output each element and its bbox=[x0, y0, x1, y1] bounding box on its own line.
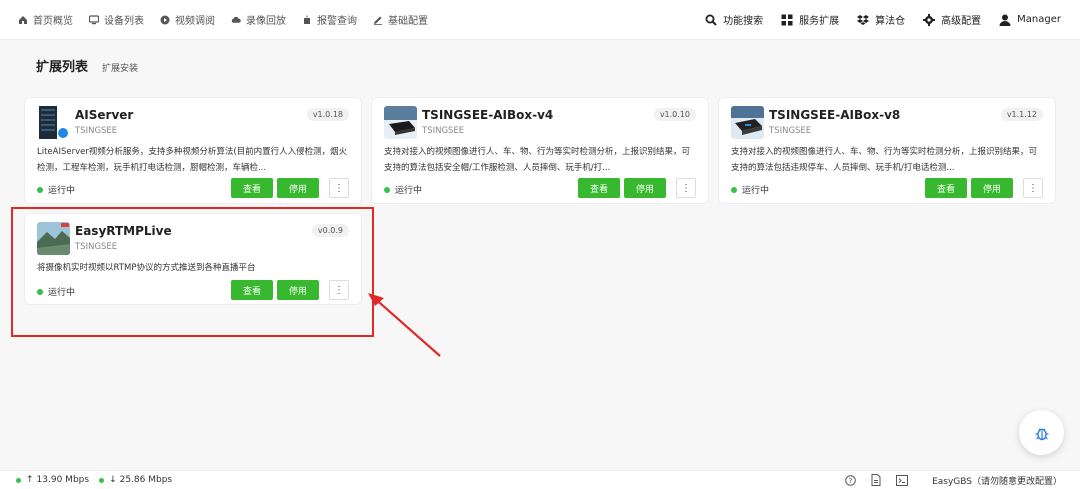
nav-label: 算法仓 bbox=[875, 16, 906, 27]
nav-label: 基础配置 bbox=[388, 16, 428, 27]
status-dot bbox=[16, 477, 21, 483]
extension-name: TSINGSEE-AIBox-v8 bbox=[769, 108, 901, 122]
page-title: 扩展列表 bbox=[36, 60, 89, 75]
more-options-button[interactable]: ⋮ bbox=[329, 178, 349, 198]
nav-label: 录像回放 bbox=[246, 16, 286, 27]
server-rack-icon bbox=[37, 106, 70, 139]
download-rate: ↓ 25.86 Mbps bbox=[99, 475, 172, 485]
status-dot bbox=[384, 186, 390, 193]
extension-vendor: TSINGSEE bbox=[769, 126, 812, 136]
view-button[interactable]: 查看 bbox=[925, 178, 967, 198]
view-button[interactable]: 查看 bbox=[231, 178, 273, 198]
status-indicator: 运行中 bbox=[731, 183, 769, 196]
stop-button[interactable]: 停用 bbox=[277, 178, 319, 198]
play-circle-icon bbox=[160, 15, 170, 25]
highlight-box bbox=[11, 207, 374, 337]
nav-label: Manager bbox=[1017, 14, 1061, 25]
upload-rate: ↑ 13.90 Mbps bbox=[16, 475, 89, 485]
nav-item-config[interactable]: 基础配置 bbox=[365, 0, 436, 40]
nav-label: 服务扩展 bbox=[799, 16, 840, 27]
nav-label: 视频调阅 bbox=[175, 16, 215, 27]
status-bar-right: ? EasyGBS（请勿随意更改配置） bbox=[844, 474, 1064, 487]
grid-icon bbox=[781, 14, 793, 26]
status-dot bbox=[731, 186, 737, 193]
page-header: 扩展列表 扩展安装 bbox=[36, 56, 138, 75]
upload-rate-value: 13.90 Mbps bbox=[36, 475, 90, 485]
more-options-button[interactable]: ⋮ bbox=[1023, 178, 1043, 198]
user-icon bbox=[999, 14, 1011, 26]
extension-vendor: TSINGSEE bbox=[422, 126, 465, 136]
status-bar: ↑ 13.90 Mbps ↓ 25.86 Mbps ? EasyGBS（请勿随意… bbox=[0, 470, 1080, 489]
nav-item-algorithms[interactable]: 算法仓 bbox=[848, 0, 914, 40]
status-indicator: 运行中 bbox=[37, 183, 75, 196]
nav-item-extension[interactable]: 服务扩展 bbox=[772, 0, 848, 40]
gear-icon bbox=[923, 13, 936, 26]
status-text: 运行中 bbox=[742, 186, 770, 196]
download-rate-value: 25.86 Mbps bbox=[119, 475, 173, 485]
status-text: 运行中 bbox=[395, 186, 423, 196]
document-icon[interactable] bbox=[870, 474, 882, 486]
nav-label: 首页概览 bbox=[33, 16, 73, 27]
version-badge: v1.1.12 bbox=[1000, 108, 1043, 121]
server-config-text: EasyGBS（请勿随意更改配置） bbox=[932, 476, 1062, 487]
view-button[interactable]: 查看 bbox=[578, 178, 620, 198]
extension-vendor: TSINGSEE bbox=[75, 126, 118, 136]
nav-item-video[interactable]: 视频调阅 bbox=[152, 0, 223, 40]
extension-name: TSINGSEE-AIBox-v4 bbox=[422, 108, 554, 122]
extension-description: 支持对接入的视频图像进行人、车、物、行为等实时检测分析，上报识别结果，可支持的算… bbox=[384, 147, 691, 173]
nav-item-user[interactable]: Manager bbox=[990, 0, 1070, 40]
extension-name: AIServer bbox=[75, 108, 134, 122]
nav-item-playback[interactable]: 录像回放 bbox=[223, 0, 294, 40]
extension-description: LiteAIServer视频分析服务，支持多种视频分析算法(目前内置行人入侵检测… bbox=[37, 147, 348, 173]
extension-description: 支持对接入的视频图像进行人、车、物、行为等实时检测分析，上报识别结果，可支持的算… bbox=[731, 147, 1038, 173]
svg-text:?: ? bbox=[848, 477, 852, 485]
cloud-icon bbox=[231, 15, 241, 25]
aibox-device-icon bbox=[384, 106, 417, 139]
bug-icon bbox=[1035, 428, 1048, 440]
terminal-icon[interactable] bbox=[896, 474, 909, 486]
extension-card: TSINGSEE-AIBox-v4 TSINGSEE v1.0.10 支持对接入… bbox=[371, 97, 709, 204]
aibox-device-icon bbox=[731, 106, 764, 139]
stop-button[interactable]: 停用 bbox=[971, 178, 1013, 198]
status-indicator: 运行中 bbox=[384, 183, 422, 196]
screen-icon bbox=[89, 14, 99, 25]
more-options-button[interactable]: ⋮ bbox=[676, 178, 696, 198]
help-icon[interactable]: ? bbox=[844, 474, 856, 486]
floating-debug-button[interactable] bbox=[1019, 410, 1064, 455]
nav-label: 高级配置 bbox=[941, 16, 982, 27]
tab-extension-install[interactable]: 扩展安装 bbox=[102, 61, 138, 74]
edit-icon bbox=[373, 15, 383, 25]
version-badge: v1.0.10 bbox=[653, 108, 696, 121]
nav-right: 功能搜索 服务扩展 算法仓 高级配置 Manager bbox=[696, 0, 1070, 40]
arrow-down-icon: ↓ bbox=[109, 475, 117, 485]
nav-left: 首页概览 设备列表 视频调阅 录像回放 报警查询 基础配置 bbox=[10, 0, 436, 40]
nav-item-alarm[interactable]: 报警查询 bbox=[294, 0, 365, 40]
status-text: 运行中 bbox=[48, 186, 76, 196]
extension-card: AIServer TSINGSEE v1.0.18 LiteAIServer视频… bbox=[24, 97, 362, 204]
dropbox-icon bbox=[857, 14, 870, 26]
extension-card: TSINGSEE-AIBox-v8 TSINGSEE v1.1.12 支持对接入… bbox=[718, 97, 1056, 204]
status-dot bbox=[37, 186, 43, 193]
status-dot bbox=[99, 477, 105, 483]
arrow-up-icon: ↑ bbox=[26, 475, 34, 485]
nav-item-devices[interactable]: 设备列表 bbox=[81, 0, 152, 40]
stop-button[interactable]: 停用 bbox=[624, 178, 666, 198]
nav-item-search[interactable]: 功能搜索 bbox=[696, 0, 772, 40]
search-icon bbox=[705, 14, 717, 26]
nav-label: 报警查询 bbox=[317, 16, 357, 27]
top-navbar: 首页概览 设备列表 视频调阅 录像回放 报警查询 基础配置 功能搜索 服务扩展 … bbox=[0, 0, 1080, 40]
nav-label: 设备列表 bbox=[104, 16, 144, 27]
annotation-arrow bbox=[368, 293, 441, 357]
nav-item-advanced[interactable]: 高级配置 bbox=[914, 0, 990, 40]
nav-item-home[interactable]: 首页概览 bbox=[10, 0, 81, 40]
alarm-icon bbox=[302, 15, 312, 25]
version-badge: v1.0.18 bbox=[306, 108, 349, 121]
nav-label: 功能搜索 bbox=[723, 16, 764, 27]
home-icon bbox=[18, 15, 28, 25]
